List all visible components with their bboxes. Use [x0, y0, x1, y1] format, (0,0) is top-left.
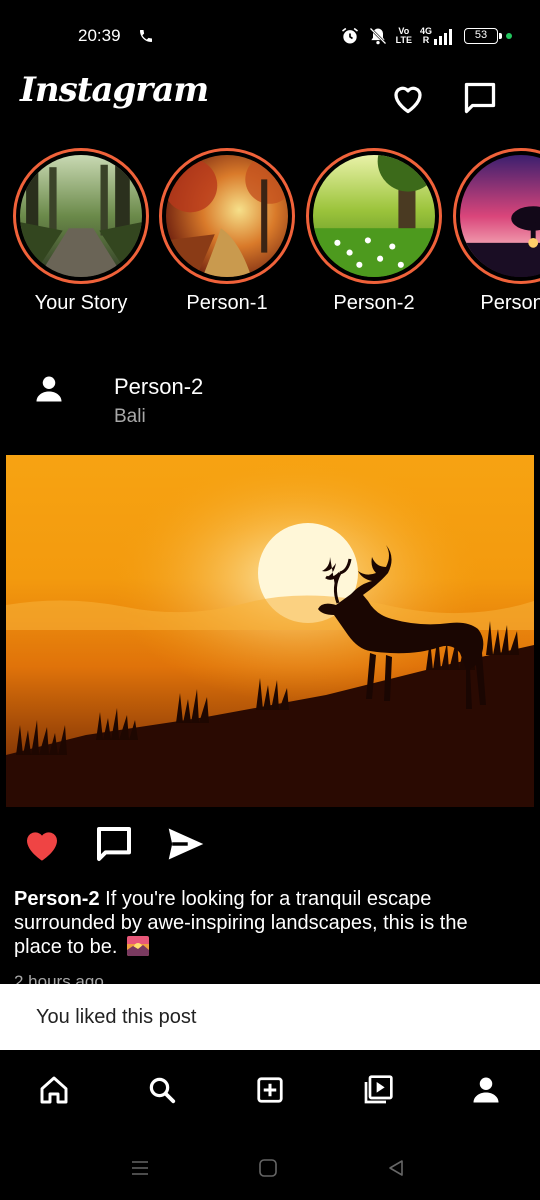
nav-search[interactable] — [144, 1072, 180, 1108]
status-icons: Vo LTE 4G R 53 — [340, 24, 512, 48]
story-image-meadow-flowers — [313, 155, 435, 277]
message-icon — [464, 82, 496, 114]
alarm-icon — [341, 27, 358, 44]
privacy-dot — [506, 33, 512, 39]
home-system-button[interactable] — [256, 1156, 280, 1180]
back-triangle-icon — [389, 1160, 403, 1176]
back-button[interactable] — [384, 1156, 408, 1180]
reels-icon — [364, 1075, 393, 1104]
story-ring — [13, 148, 149, 284]
square-icon — [259, 1159, 277, 1177]
post-image-deer-sunset[interactable] — [6, 455, 534, 807]
heart-filled-icon — [27, 832, 57, 861]
post-caption: Person-2 If you're looking for a tranqui… — [14, 887, 514, 959]
post-username[interactable]: Person-2 — [114, 374, 203, 400]
snackbar: You liked this post — [0, 984, 540, 1050]
status-time: 20:39 — [78, 26, 121, 45]
story-image-autumn-path — [166, 155, 288, 277]
post-header: Person-2 Bali — [0, 366, 540, 438]
signal-bars-icon — [434, 29, 452, 45]
snackbar-message: You liked this post — [36, 1006, 197, 1028]
comment-button[interactable] — [92, 822, 136, 866]
story-ring — [306, 148, 442, 284]
bell-muted-icon — [369, 27, 387, 45]
post-location[interactable]: Bali — [114, 406, 146, 428]
story-your-story[interactable]: Your Story — [11, 148, 151, 315]
story-person-3[interactable]: Person-3 — [451, 148, 540, 315]
story-label: Person-3 — [480, 292, 540, 314]
heart-outline-icon — [394, 86, 422, 114]
send-icon — [168, 828, 204, 860]
status-bar: 20:39 Vo LTE 4G R 53 — [0, 0, 540, 72]
story-ring — [453, 148, 540, 284]
story-label: Person-1 — [186, 292, 268, 314]
post-timestamp: 2 hours ago — [14, 972, 104, 984]
share-button[interactable] — [164, 822, 208, 866]
messages-button[interactable] — [460, 78, 500, 118]
nav-home[interactable] — [36, 1072, 72, 1108]
comment-icon — [97, 827, 131, 861]
activity-button[interactable] — [388, 78, 428, 118]
battery-indicator: 53 — [464, 28, 502, 44]
sunset-emoji-icon — [126, 936, 149, 956]
nav-add-post[interactable] — [252, 1072, 288, 1108]
story-label: Person-2 — [333, 292, 415, 314]
signal-indicator: 4G R — [420, 27, 456, 45]
person-avatar-icon[interactable] — [34, 374, 64, 404]
nav-reels[interactable] — [360, 1072, 396, 1108]
add-post-icon — [257, 1077, 283, 1103]
phone-call-icon — [140, 30, 152, 42]
profile-icon — [473, 1077, 499, 1103]
like-button[interactable] — [20, 822, 64, 866]
story-image-forest-road — [20, 155, 142, 277]
menu-lines-icon — [132, 1161, 148, 1175]
stories-tray[interactable]: Your Story Person-1 Person-2 Person — [0, 148, 540, 328]
instagram-logo: Instagram — [20, 70, 209, 110]
story-image-pink-sky-tree — [460, 155, 540, 277]
home-icon — [40, 1076, 68, 1104]
nav-profile[interactable] — [468, 1072, 504, 1108]
volte-indicator: Vo LTE — [395, 26, 412, 45]
caption-username[interactable]: Person-2 — [14, 888, 100, 910]
recents-button[interactable] — [128, 1156, 152, 1180]
story-ring — [159, 148, 295, 284]
search-icon — [149, 1077, 176, 1104]
bottom-navigation — [0, 1050, 540, 1130]
system-navigation — [0, 1140, 540, 1200]
story-person-2[interactable]: Person-2 — [304, 148, 444, 315]
story-person-1[interactable]: Person-1 — [157, 148, 297, 315]
story-label: Your Story — [34, 292, 128, 314]
